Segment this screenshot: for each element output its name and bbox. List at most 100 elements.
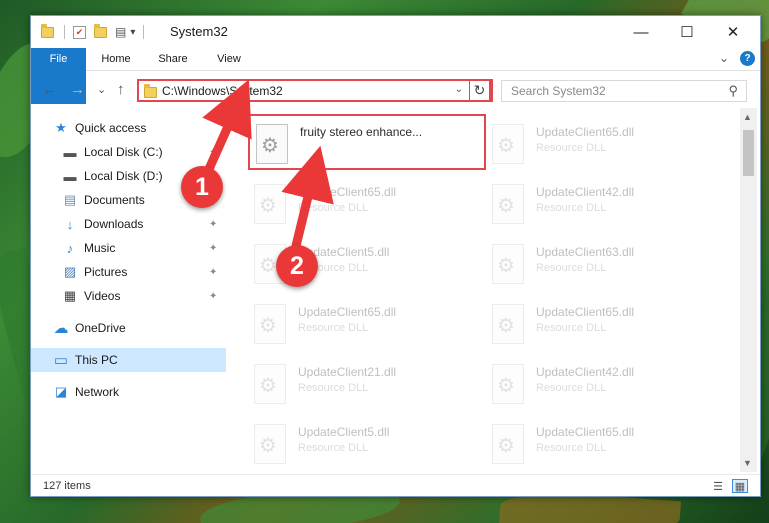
dll-file-icon <box>492 244 524 284</box>
search-icon[interactable]: ⚲ <box>728 83 738 99</box>
file-type: Resource DLL <box>536 322 607 334</box>
pin-icon[interactable]: ✦ <box>209 219 217 230</box>
file-item[interactable]: UpdateClient65.dll Resource DLL <box>486 116 724 172</box>
pin-icon[interactable]: ✦ <box>209 243 217 254</box>
file-item[interactable]: UpdateClient65.dll Resource DLL <box>248 296 486 352</box>
vertical-scrollbar[interactable]: ▲ ▼ <box>740 108 757 472</box>
window-title: System32 <box>170 24 228 39</box>
ribbon-expand-icon[interactable]: ⌄ <box>719 51 729 65</box>
computer-icon: ▭ <box>53 352 69 369</box>
tab-home[interactable]: Home <box>90 48 142 71</box>
sidebar-item-onedrive[interactable]: ☁ OneDrive <box>31 316 226 340</box>
sidebar-item-downloads[interactable]: ↓ Downloads ✦ <box>31 212 226 236</box>
pin-icon[interactable]: ✦ <box>209 291 217 302</box>
annotation-badge-1: 1 <box>181 166 223 208</box>
refresh-button[interactable]: ↻ <box>469 79 491 102</box>
file-name: UpdateClient65.dll <box>536 125 635 139</box>
document-icon: ▤ <box>63 192 77 207</box>
recent-locations-icon[interactable]: ⌄ <box>97 83 106 96</box>
maximize-icon: ☐ <box>680 24 694 41</box>
tab-view[interactable]: View <box>204 48 254 71</box>
properties-icon[interactable]: ✔ <box>73 25 86 39</box>
status-bar: 127 items ☰ ▦ <box>31 474 760 496</box>
music-icon: ♪ <box>66 240 74 256</box>
sidebar-item-label: Downloads <box>84 217 144 231</box>
minimize-button[interactable]: — <box>618 16 664 48</box>
sidebar-item-label: Quick access <box>75 121 147 135</box>
navigation-pane: ★ Quick access ▬ Local Disk (C:) ✦ ▬ Loc… <box>31 108 226 468</box>
up-icon[interactable]: ↑ <box>117 81 125 98</box>
help-icon[interactable]: ? <box>740 51 755 66</box>
file-item[interactable]: UpdateClient42.dll Resource DLL <box>486 356 724 412</box>
address-bar[interactable]: C:\Windows\System32 ⌄ <box>137 79 493 102</box>
quick-access-dropdown-icon[interactable]: ▾ <box>130 27 135 38</box>
address-text: C:\Windows\System32 <box>162 84 283 98</box>
star-icon: ★ <box>55 120 67 135</box>
file-item[interactable]: UpdateClient21.dll Resource DLL <box>248 356 486 412</box>
pin-icon[interactable]: ✦ <box>209 147 217 158</box>
file-type: Resource DLL <box>536 202 607 214</box>
scroll-down-icon[interactable]: ▼ <box>743 458 752 468</box>
file-name: UpdateClient42.dll <box>536 185 635 199</box>
sidebar-item-label: Videos <box>84 289 121 303</box>
details-view-icon[interactable]: ☰ <box>710 479 726 493</box>
dll-file-icon <box>492 184 524 224</box>
file-name: UpdateClient65.dll <box>536 305 635 319</box>
customize-icon[interactable]: ▤ <box>115 25 126 39</box>
scroll-up-icon[interactable]: ▲ <box>743 112 752 122</box>
dll-file-icon <box>492 304 524 344</box>
file-item[interactable]: UpdateClient63.dll Resource DLL <box>486 236 724 292</box>
sidebar-item-this-pc[interactable]: ▭ This PC <box>31 348 226 372</box>
download-icon: ↓ <box>66 216 74 232</box>
file-item[interactable]: UpdateClient65.dll Resource DLL <box>248 176 486 232</box>
sidebar-item-local-disk-c[interactable]: ▬ Local Disk (C:) ✦ <box>31 140 226 164</box>
file-name: fruity stereo enhance... <box>300 125 423 139</box>
sidebar-item-label: Local Disk (D:) <box>84 169 163 183</box>
forward-icon[interactable]: → <box>70 81 85 98</box>
title-bar: ✔ ▤ ▾ System32 — ☐ ✕ <box>31 16 760 48</box>
sidebar-item-label: This PC <box>75 353 118 367</box>
search-box[interactable]: ⚲ <box>501 80 747 102</box>
file-type: Resource DLL <box>298 442 369 454</box>
file-item[interactable]: UpdateClient65.dll Resource DLL <box>486 296 724 352</box>
file-name: UpdateClient65.dll <box>298 305 397 319</box>
sidebar-item-pictures[interactable]: ▨ Pictures ✦ <box>31 260 226 284</box>
file-name: UpdateClient42.dll <box>536 365 635 379</box>
navigation-bar: ← → ⌄ ↑ C:\Windows\System32 ⌄ ↻ ⚲ <box>31 71 760 108</box>
file-list: fruity stereo enhance... UpdateClient65.… <box>246 108 740 468</box>
tab-share[interactable]: Share <box>146 48 200 71</box>
ribbon: File Home Share View ⌄ ? <box>31 48 760 104</box>
video-icon: ▦ <box>63 288 77 303</box>
folder-icon[interactable] <box>41 23 54 38</box>
file-item-highlighted[interactable]: fruity stereo enhance... <box>248 114 486 170</box>
dll-file-icon <box>254 184 286 224</box>
sidebar-item-videos[interactable]: ▦ Videos ✦ <box>31 284 226 308</box>
dll-file-icon <box>492 364 524 404</box>
file-name: UpdateClient21.dll <box>298 365 397 379</box>
file-type: Resource DLL <box>536 382 607 394</box>
sidebar-item-network[interactable]: ◪ Network <box>31 380 226 404</box>
dll-file-icon <box>492 124 524 164</box>
pin-icon[interactable]: ✦ <box>209 267 217 278</box>
sidebar-item-label: Documents <box>84 193 145 207</box>
file-item[interactable]: UpdateClient65.dll Resource DLL <box>486 416 724 468</box>
new-folder-icon[interactable] <box>94 23 107 38</box>
scrollbar-thumb[interactable] <box>743 130 754 176</box>
file-item[interactable]: UpdateClient5.dll Resource DLL <box>248 416 486 468</box>
address-dropdown-icon[interactable]: ⌄ <box>455 84 463 95</box>
sidebar-item-label: Local Disk (C:) <box>84 145 163 159</box>
sidebar-item-quick-access[interactable]: ★ Quick access <box>31 116 226 140</box>
file-name: UpdateClient65.dll <box>298 185 397 199</box>
dll-file-icon <box>254 364 286 404</box>
tiles-view-icon[interactable]: ▦ <box>732 479 748 493</box>
file-item[interactable]: UpdateClient42.dll Resource DLL <box>486 176 724 232</box>
minimize-icon: — <box>633 23 649 41</box>
maximize-button[interactable]: ☐ <box>664 16 710 48</box>
dll-file-icon <box>254 304 286 344</box>
close-button[interactable]: ✕ <box>710 16 756 48</box>
back-icon[interactable]: ← <box>42 81 57 98</box>
sidebar-item-music[interactable]: ♪ Music ✦ <box>31 236 226 260</box>
file-name: UpdateClient63.dll <box>536 245 635 259</box>
file-explorer-window: ✔ ▤ ▾ System32 — ☐ ✕ File Home Share Vie… <box>30 15 761 497</box>
search-input[interactable] <box>511 81 721 101</box>
